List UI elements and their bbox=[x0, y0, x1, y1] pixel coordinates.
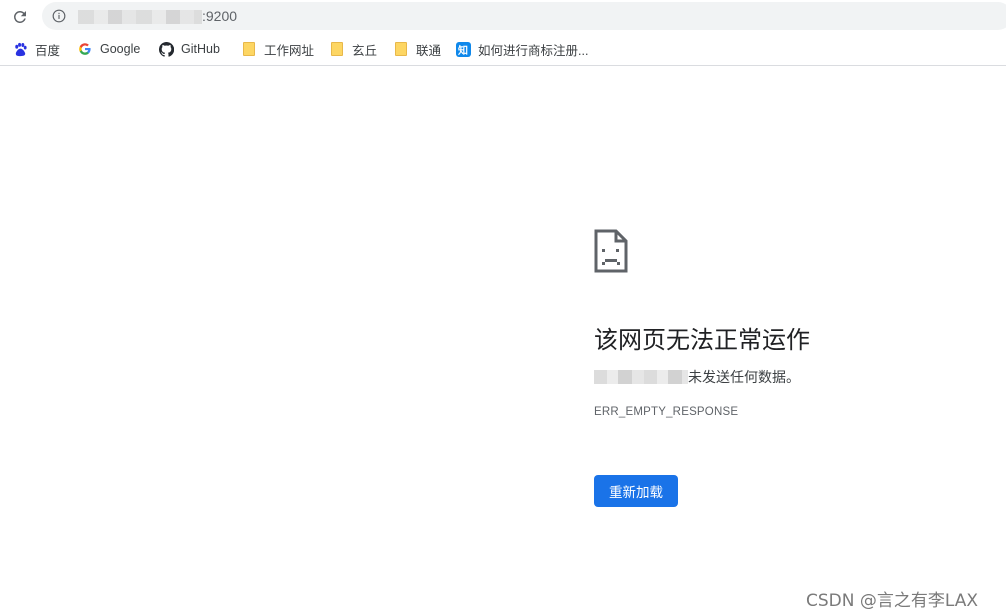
google-g-icon bbox=[77, 41, 93, 57]
url-redacted-host bbox=[78, 10, 202, 24]
reload-icon[interactable] bbox=[9, 6, 31, 28]
bookmark-google[interactable]: Google bbox=[77, 40, 140, 58]
bookmark-baidu[interactable]: 百度 bbox=[12, 40, 60, 58]
error-description: 未发送任何数据。 bbox=[594, 368, 800, 386]
bookmark-github[interactable]: GitHub bbox=[158, 40, 220, 58]
error-code: ERR_EMPTY_RESPONSE bbox=[594, 406, 739, 418]
zhihu-icon: 知 bbox=[455, 41, 471, 57]
folder-icon bbox=[393, 41, 409, 57]
bookmark-zhihu[interactable]: 知 如何进行商标注册... bbox=[455, 40, 588, 58]
sad-page-icon bbox=[594, 229, 628, 273]
browser-window: :9200 百度 Google GitHub 工作网址 玄丘 联通 知 如何进行… bbox=[0, 0, 1006, 615]
info-icon[interactable] bbox=[52, 9, 66, 23]
folder-icon bbox=[241, 41, 257, 57]
bookmark-label: 百度 bbox=[35, 43, 61, 58]
reload-button[interactable]: 重新加载 bbox=[594, 475, 678, 507]
bookmark-label: 玄丘 bbox=[352, 43, 378, 58]
folder-icon bbox=[329, 41, 345, 57]
bookmark-label: GitHub bbox=[181, 42, 220, 56]
baidu-paw-icon bbox=[12, 41, 28, 57]
bookmark-label: 联通 bbox=[416, 43, 442, 58]
bookmark-folder-work[interactable]: 工作网址 bbox=[241, 40, 314, 58]
error-description-text: 未发送任何数据。 bbox=[688, 370, 800, 386]
bookmark-label: Google bbox=[100, 42, 141, 56]
bookmark-label: 如何进行商标注册... bbox=[478, 43, 589, 58]
github-icon bbox=[158, 41, 174, 57]
host-redacted bbox=[594, 370, 688, 384]
bookmark-label: 工作网址 bbox=[264, 43, 315, 58]
bookmark-folder-liantong[interactable]: 联通 bbox=[393, 40, 441, 58]
bookmark-folder-xuanqiu[interactable]: 玄丘 bbox=[329, 40, 377, 58]
url-text: :9200 bbox=[202, 8, 238, 24]
browser-toolbar: :9200 bbox=[0, 0, 1006, 33]
bookmarks-bar: 百度 Google GitHub 工作网址 玄丘 联通 知 如何进行商标注册..… bbox=[0, 33, 1006, 66]
watermark: CSDN @言之有李LAX bbox=[806, 591, 979, 611]
error-title: 该网页无法正常运作 bbox=[594, 326, 810, 354]
address-bar[interactable]: :9200 bbox=[42, 2, 1006, 30]
